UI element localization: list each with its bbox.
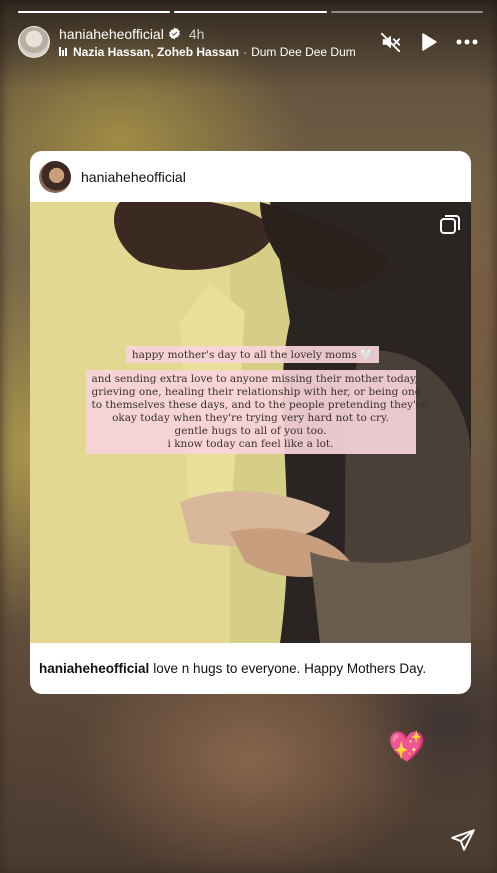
overlay-line: grieving one, healing their relationship…: [91, 386, 421, 398]
shared-post-header: haniaheheofficial: [30, 151, 471, 202]
story-actions: [379, 30, 479, 54]
send-icon[interactable]: [450, 827, 476, 858]
play-icon[interactable]: [417, 30, 441, 54]
progress-segment: [330, 11, 483, 13]
overlay-message: and sending extra love to anyone missing…: [85, 370, 428, 454]
shared-post-photo[interactable]: happy mother's day to all the lovely mom…: [30, 202, 471, 643]
progress-segment: [18, 11, 171, 13]
avatar[interactable]: [18, 26, 50, 58]
verified-badge-icon: [168, 27, 181, 40]
music-artists: Nazia Hassan, Zoheb Hassan: [73, 44, 240, 59]
overlay-line: i know today can feel like a lot.: [167, 438, 334, 450]
sparkling-heart-sticker: 💖: [388, 731, 426, 764]
shared-post-card[interactable]: haniaheheofficial happy mother's day to …: [30, 151, 471, 694]
shared-post-username[interactable]: haniaheheofficial: [81, 169, 186, 185]
overlay-line: okay today when they're trying very hard…: [112, 412, 389, 424]
story-username[interactable]: haniaheheofficial: [59, 26, 164, 42]
photo-text-overlay: happy mother's day to all the lovely mom…: [30, 346, 471, 454]
story-timestamp: 4h: [188, 25, 205, 42]
overlay-line: and sending extra love to anyone missing…: [91, 373, 418, 385]
more-horizontal-icon[interactable]: [455, 30, 479, 54]
music-song: Dum Dee Dee Dum: [251, 44, 356, 59]
music-attribution[interactable]: Nazia Hassan, Zoheb Hassan · Dum Dee Dee…: [59, 45, 356, 59]
caption-username[interactable]: haniaheheofficial: [39, 661, 149, 676]
story-progress-bar: [18, 11, 483, 13]
overlay-headline: happy mother's day to all the lovely mom…: [125, 346, 380, 363]
carousel-icon: [439, 214, 461, 241]
music-separator: ·: [243, 44, 248, 59]
shared-post-caption: haniaheheofficial love n hugs to everyon…: [30, 643, 471, 694]
progress-segment: [174, 11, 327, 13]
caption-text: love n hugs to everyone. Happy Mothers D…: [153, 661, 427, 676]
overlay-line: to themselves these days, and to the peo…: [91, 399, 428, 411]
speaker-muted-icon[interactable]: [379, 30, 403, 54]
overlay-line: gentle hugs to all of you too.: [174, 425, 327, 437]
shared-post-avatar[interactable]: [39, 160, 71, 193]
music-bars-icon: [59, 47, 67, 56]
story-header: haniaheheofficial 4h Nazia Hassan, Zoheb…: [18, 24, 479, 60]
story-user-info: haniaheheofficial 4h Nazia Hassan, Zoheb…: [59, 26, 356, 59]
